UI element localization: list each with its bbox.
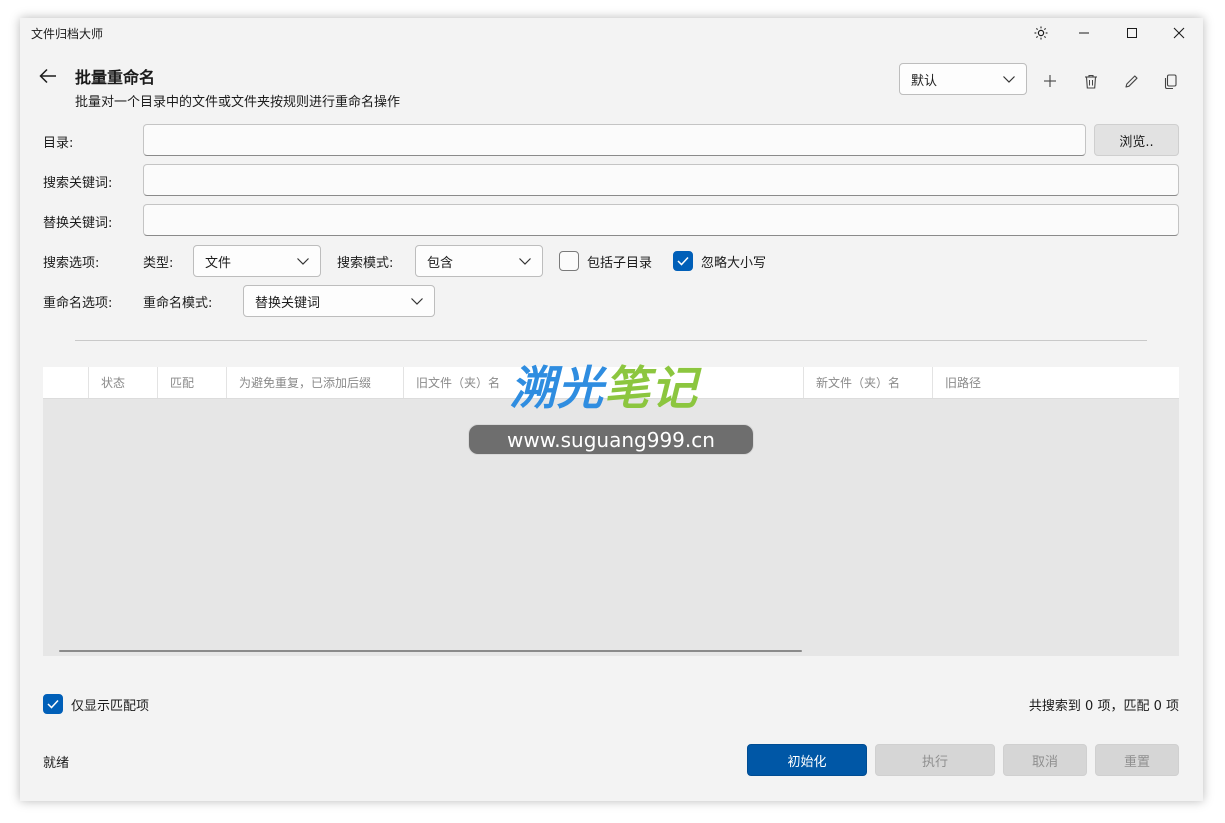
column-old-path[interactable]: 旧路径 xyxy=(932,367,1179,398)
rename-mode-select[interactable]: 替换关键词 xyxy=(243,285,435,317)
type-label: 类型: xyxy=(143,256,174,271)
search-mode-label: 搜索模式: xyxy=(337,256,394,271)
chevron-down-icon xyxy=(1003,76,1015,83)
preset-select[interactable]: 默认 xyxy=(899,63,1027,95)
column-match[interactable]: 匹配 xyxy=(157,367,226,398)
search-options-label: 搜索选项: xyxy=(43,256,100,271)
edit-icon xyxy=(1124,74,1138,88)
copy-preset-button[interactable] xyxy=(1159,69,1183,93)
search-mode-select[interactable]: 包含 xyxy=(415,245,543,277)
search-keyword-label: 搜索关键词: xyxy=(43,176,113,191)
include-subdirs-checkbox[interactable] xyxy=(559,251,579,271)
minimize-icon xyxy=(1079,32,1089,34)
rename-mode-label: 重命名模式: xyxy=(143,296,213,311)
type-select[interactable]: 文件 xyxy=(193,245,321,277)
browse-button[interactable]: 浏览.. xyxy=(1094,124,1179,156)
column-new-name[interactable]: 新文件（夹）名 xyxy=(803,367,932,398)
show-matched-only-label: 仅显示匹配项 xyxy=(71,699,150,714)
delete-icon xyxy=(1085,74,1097,89)
window-title: 文件归档大师 xyxy=(31,27,104,41)
directory-input[interactable] xyxy=(143,124,1086,156)
chevron-down-icon xyxy=(297,258,309,265)
rename-options-label: 重命名选项: xyxy=(43,296,113,311)
ignore-case-checkbox[interactable] xyxy=(673,251,693,271)
directory-label: 目录: xyxy=(43,136,74,151)
checkmark-icon xyxy=(47,699,59,709)
checkmark-icon xyxy=(677,256,689,266)
chevron-down-icon xyxy=(411,298,423,305)
preset-select-value: 默认 xyxy=(911,73,938,89)
sun-icon xyxy=(1034,26,1048,40)
include-subdirs-label: 包括子目录 xyxy=(587,256,653,271)
initialize-button[interactable]: 初始化 xyxy=(747,744,867,776)
app-window: 文件归档大师 批量重命名 批量对一个目录中的文件或文件夹按规则进行重命名操作 默… xyxy=(20,18,1203,801)
maximize-icon xyxy=(1127,28,1137,38)
theme-toggle-button[interactable] xyxy=(1018,18,1064,48)
minimize-button[interactable] xyxy=(1061,18,1107,48)
search-summary: 共搜索到 0 项，匹配 0 项 xyxy=(1028,699,1179,714)
delete-preset-button[interactable] xyxy=(1079,69,1103,93)
close-button[interactable] xyxy=(1156,18,1202,48)
status-text: 就绪 xyxy=(43,756,70,771)
replace-keyword-input[interactable] xyxy=(143,204,1179,236)
watermark-part-2: 笔记 xyxy=(604,361,698,415)
replace-keyword-label: 替换关键词: xyxy=(43,216,113,231)
arrow-left-icon xyxy=(39,68,56,84)
search-mode-select-value: 包含 xyxy=(427,255,454,271)
add-icon xyxy=(1044,75,1056,87)
page-subtitle: 批量对一个目录中的文件或文件夹按规则进行重命名操作 xyxy=(75,95,401,110)
back-button[interactable] xyxy=(36,64,60,88)
page-title: 批量重命名 xyxy=(75,68,156,87)
watermark-logo: 溯光笔记 xyxy=(510,352,698,418)
close-icon xyxy=(1173,27,1185,39)
column-suffix-added[interactable]: 为避免重复，已添加后缀 xyxy=(226,367,403,398)
divider xyxy=(75,340,1147,341)
ignore-case-label: 忽略大小写 xyxy=(701,256,767,271)
type-select-value: 文件 xyxy=(205,255,232,271)
column-status[interactable]: 状态 xyxy=(88,367,157,398)
watermark-url: www.suguang999.cn xyxy=(468,424,754,455)
reset-button[interactable]: 重置 xyxy=(1095,744,1179,776)
show-matched-only-checkbox[interactable] xyxy=(43,694,63,714)
cancel-button[interactable]: 取消 xyxy=(1003,744,1087,776)
edit-preset-button[interactable] xyxy=(1119,69,1143,93)
add-preset-button[interactable] xyxy=(1038,69,1062,93)
watermark-part-1: 溯光 xyxy=(510,361,604,415)
maximize-button[interactable] xyxy=(1109,18,1155,48)
horizontal-scrollbar[interactable] xyxy=(59,650,802,652)
chevron-down-icon xyxy=(519,258,531,265)
search-keyword-input[interactable] xyxy=(143,164,1179,196)
rename-mode-select-value: 替换关键词 xyxy=(255,295,321,311)
execute-button[interactable]: 执行 xyxy=(875,744,995,776)
copy-icon xyxy=(1164,73,1177,89)
